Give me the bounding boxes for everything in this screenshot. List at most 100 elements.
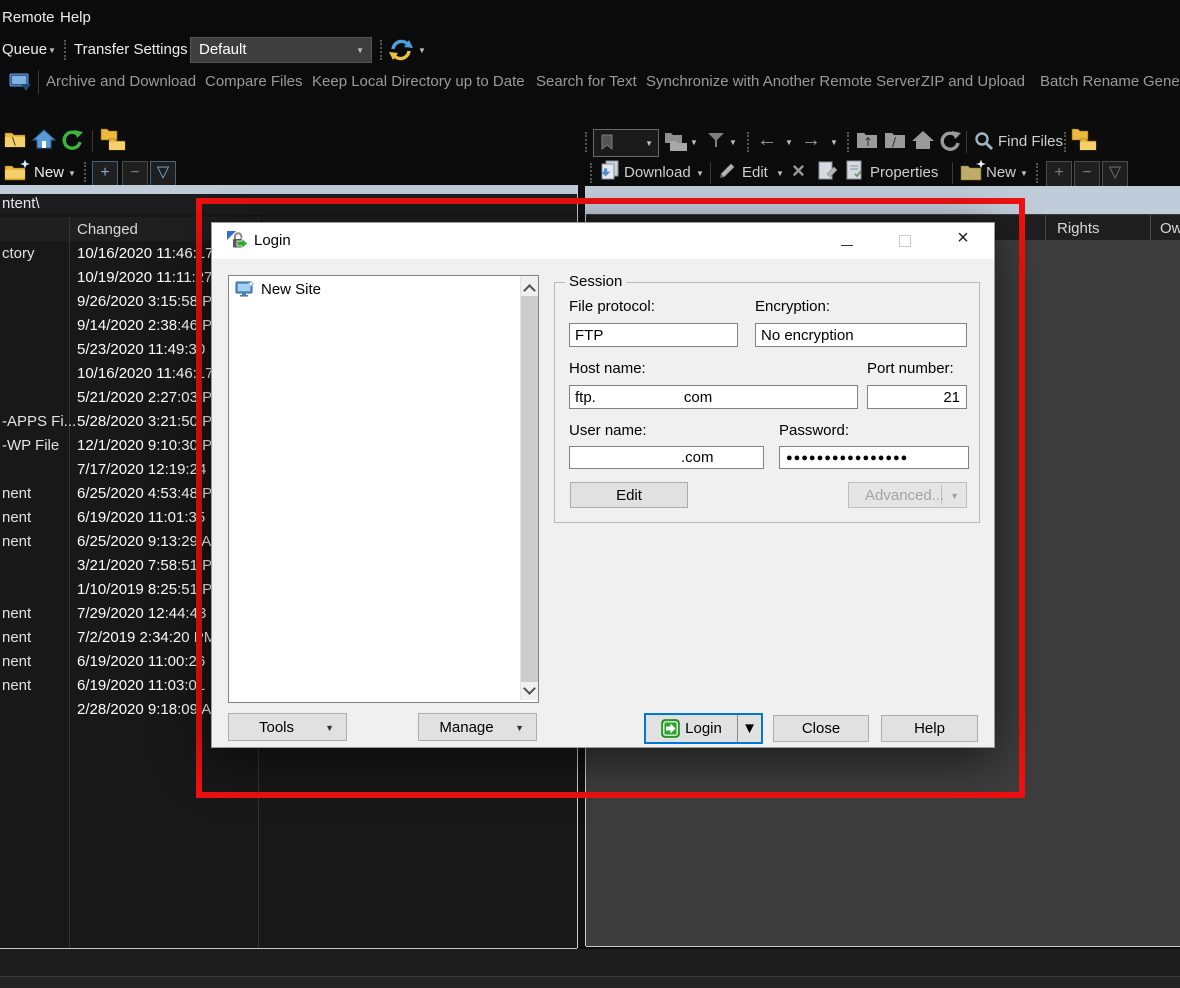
scroll-down-icon[interactable] — [525, 680, 534, 697]
filter-funnel-icon[interactable] — [706, 131, 726, 149]
transfer-settings-combo[interactable]: Default ▼ — [190, 37, 372, 63]
command-archive-download[interactable]: Archive and Download — [46, 73, 196, 90]
download-button[interactable]: Download — [624, 164, 691, 181]
toolbar-grip[interactable] — [585, 132, 587, 152]
synchronize-icon[interactable] — [388, 37, 414, 63]
download-dropdown-icon[interactable]: ▼ — [696, 169, 704, 178]
site-list[interactable]: New Site — [228, 275, 539, 703]
delete-icon[interactable]: × — [792, 158, 805, 184]
help-button[interactable]: Help — [881, 715, 978, 742]
edit-dropdown-icon[interactable]: ▼ — [776, 169, 784, 178]
column-header-owner[interactable]: Own — [1160, 220, 1180, 237]
manage-button[interactable]: Manage ▼ — [418, 713, 537, 741]
file-protocol-field[interactable]: FTP — [569, 323, 738, 347]
dialog-titlebar[interactable]: Login × — [212, 223, 994, 259]
forward-dropdown-icon[interactable]: ▼ — [830, 138, 838, 147]
parent-directory-icon[interactable]: ↑ — [856, 130, 878, 150]
login-dropdown-button[interactable]: ▼ — [737, 715, 761, 742]
toolbar-grip[interactable] — [84, 162, 86, 182]
filter-remote-button[interactable]: ▽ — [1102, 161, 1128, 187]
synchronize-dropdown-icon[interactable]: ▼ — [418, 46, 426, 55]
rename-icon[interactable] — [817, 160, 839, 182]
back-icon[interactable]: ← — [757, 129, 777, 152]
new-gray-folder-icon[interactable] — [960, 160, 986, 182]
directory-tree-icon[interactable] — [664, 130, 688, 152]
command-zip-upload[interactable]: ZIP and Upload — [921, 73, 1025, 90]
download-icon[interactable] — [599, 160, 621, 182]
toolbar-grip[interactable] — [747, 132, 749, 152]
maximize-button[interactable] — [890, 229, 920, 253]
password-field[interactable]: ●●●●●●●●●●●●●●●● — [779, 446, 969, 469]
command-search-text[interactable]: Search for Text — [536, 73, 637, 90]
queue-dropdown-icon[interactable]: ▼ — [48, 46, 56, 55]
site-list-item-new-site[interactable]: New Site — [233, 280, 503, 300]
command-keep-up-to-date[interactable]: Keep Local Directory up to Date — [312, 73, 525, 90]
column-header-rights[interactable]: Rights — [1057, 220, 1100, 237]
refresh-gray-icon[interactable] — [938, 129, 962, 153]
toolbar-grip[interactable] — [380, 40, 382, 60]
session-icon[interactable] — [8, 70, 32, 94]
properties-icon[interactable] — [845, 160, 865, 182]
column-header-changed[interactable]: Changed — [77, 221, 138, 238]
column-divider[interactable] — [1150, 215, 1151, 240]
properties-button[interactable]: Properties — [870, 164, 938, 181]
queue-button[interactable]: Queue — [2, 41, 47, 58]
edit-site-button[interactable]: Edit — [570, 482, 688, 508]
find-files-button[interactable]: Find Files — [998, 133, 1063, 150]
column-divider[interactable] — [1045, 215, 1046, 240]
toolbar-grip[interactable] — [1064, 132, 1066, 152]
encryption-field[interactable]: No encryption — [755, 323, 967, 347]
filter-button[interactable]: ▽ — [150, 161, 176, 187]
filter-dropdown-icon[interactable]: ▼ — [729, 138, 737, 147]
root-directory-gray-icon[interactable]: / — [884, 130, 906, 150]
sync-browsing-icon[interactable] — [1071, 127, 1099, 153]
remote-path-bar[interactable] — [586, 186, 1180, 214]
combo-dropdown-icon[interactable]: ▼ — [356, 46, 364, 55]
menu-help[interactable]: Help — [60, 9, 91, 26]
tools-button[interactable]: Tools ▼ — [228, 713, 347, 741]
unselect-files-remote-button[interactable]: − — [1074, 161, 1100, 187]
new-button[interactable]: New — [34, 164, 64, 181]
minimize-button[interactable] — [832, 229, 862, 253]
local-path-bar[interactable]: ntent\ — [0, 194, 577, 214]
new-remote-dropdown-icon[interactable]: ▼ — [1020, 169, 1028, 178]
command-synchronize[interactable]: Synchronize with Another Remote Server — [646, 73, 920, 90]
toolbar-grip[interactable] — [590, 163, 592, 183]
open-directory-icon[interactable] — [100, 127, 128, 153]
toolbar-grip[interactable] — [847, 132, 849, 152]
port-number-field[interactable]: 21 — [867, 385, 967, 409]
new-dropdown-icon[interactable]: ▼ — [68, 169, 76, 178]
command-compare-files[interactable]: Compare Files — [205, 73, 303, 90]
scrollbar-thumb[interactable] — [521, 296, 538, 682]
bookmark-dropdown-icon[interactable]: ▼ — [645, 139, 653, 148]
command-generate[interactable]: Gene — [1143, 73, 1180, 90]
bookmark-combo[interactable]: ▼ — [593, 129, 659, 157]
host-name-field[interactable]: ftp. com — [569, 385, 858, 409]
select-files-button[interactable]: + — [92, 161, 118, 187]
login-button-main[interactable]: Login — [646, 715, 737, 742]
advanced-button[interactable]: Advanced... ▼ — [848, 482, 967, 508]
forward-icon[interactable]: → — [801, 129, 821, 152]
user-name-field[interactable]: .com — [569, 446, 764, 469]
back-dropdown-icon[interactable]: ▼ — [785, 138, 793, 147]
home-icon[interactable] — [32, 128, 56, 150]
close-button[interactable]: × — [948, 227, 978, 251]
new-folder-icon[interactable] — [4, 160, 30, 182]
directory-dropdown-icon[interactable]: ▼ — [690, 138, 698, 147]
edit-pencil-icon[interactable] — [718, 160, 738, 180]
root-directory-icon[interactable]: \ — [4, 129, 26, 149]
refresh-icon[interactable] — [60, 128, 84, 152]
new-remote-button[interactable]: New — [986, 164, 1016, 181]
unselect-files-button[interactable]: − — [122, 161, 148, 187]
command-batch-rename[interactable]: Batch Rename — [1040, 73, 1139, 90]
select-files-remote-button[interactable]: + — [1046, 161, 1072, 187]
home-gray-icon[interactable] — [911, 129, 935, 151]
find-files-icon[interactable] — [974, 131, 994, 151]
advanced-dropdown-icon[interactable]: ▼ — [950, 491, 959, 501]
menu-remote[interactable]: Remote — [2, 9, 55, 26]
toolbar-grip[interactable] — [1036, 163, 1038, 183]
edit-button[interactable]: Edit — [742, 164, 768, 181]
login-button[interactable]: Login ▼ — [644, 713, 763, 744]
toolbar-grip[interactable] — [64, 40, 66, 60]
close-dialog-button[interactable]: Close — [773, 715, 869, 742]
